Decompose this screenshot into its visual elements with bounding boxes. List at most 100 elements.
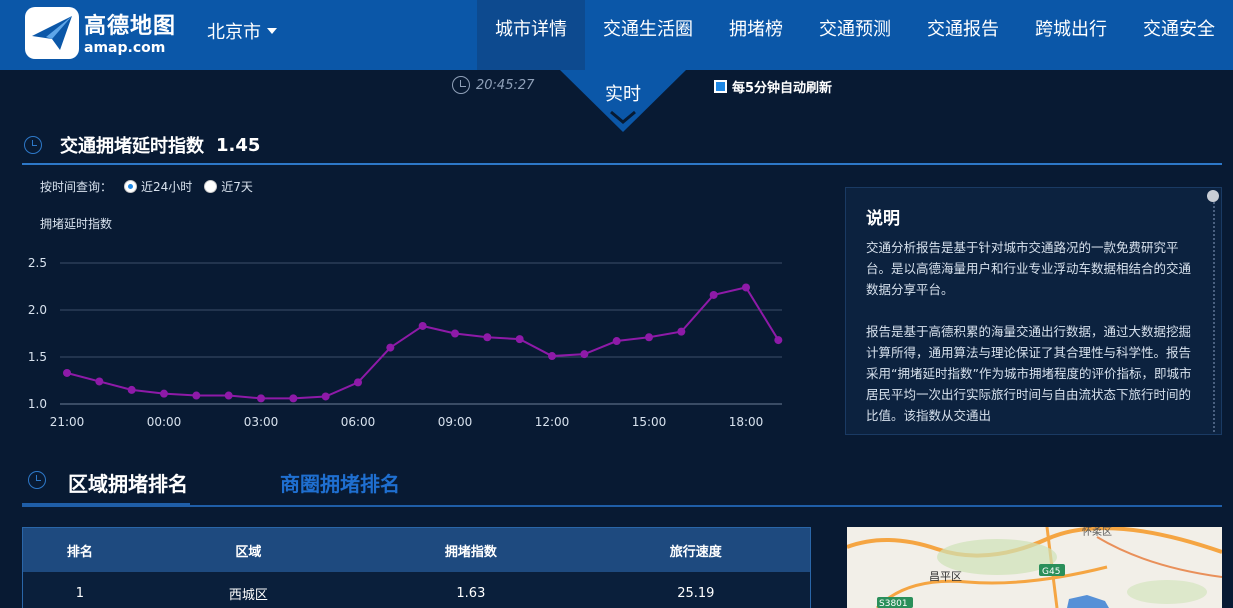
explanation-paragraph: 报告是基于高德积累的海量交通出行数据，通过大数据挖掘计算所得，通用算法与理论保证… <box>866 321 1196 426</box>
active-tab-indicator <box>22 503 190 507</box>
y-tick-label: 1.0 <box>28 397 47 411</box>
col-rank: 排名 <box>23 541 137 560</box>
data-point <box>257 394 265 402</box>
radio-selected-icon[interactable] <box>124 180 137 193</box>
scrollbar-thumb[interactable] <box>1207 190 1219 202</box>
update-time-text: 20:45:27 <box>476 78 534 93</box>
data-point <box>742 283 750 291</box>
y-tick-label: 2.0 <box>28 303 47 317</box>
data-point <box>386 344 394 352</box>
current-index-value: 1.45 <box>216 135 260 156</box>
district-map[interactable]: 怀柔区 昌平区 G45 S3801 <box>847 527 1222 608</box>
data-point <box>774 336 782 344</box>
radio-7d[interactable]: 近7天 <box>204 178 253 195</box>
data-point <box>419 322 427 330</box>
main-nav: 城市详情 交通生活圈 拥堵榜 交通预测 交通报告 跨城出行 交通安全 <box>477 0 1233 70</box>
data-point <box>63 369 71 377</box>
table-row[interactable]: 1 西城区 1.63 25.19 <box>23 572 810 608</box>
scrollbar-track[interactable] <box>1213 202 1215 432</box>
map-canvas: 怀柔区 昌平区 G45 S3801 <box>847 527 1222 608</box>
data-point <box>710 291 718 299</box>
nav-traffic-life-circle[interactable]: 交通生活圈 <box>585 0 711 70</box>
map-label-s3801: S3801 <box>879 599 908 608</box>
x-tick-label: 18:00 <box>729 415 764 429</box>
x-tick-label: 21:00 <box>50 415 85 429</box>
data-point <box>354 378 362 386</box>
radio-24h[interactable]: 近24小时 <box>124 178 192 195</box>
data-point <box>322 392 330 400</box>
section-header: 交通拥堵延时指数 1.45 <box>22 127 1222 165</box>
x-tick-label: 03:00 <box>244 415 279 429</box>
chart-y-axis-label: 拥堵延时指数 <box>40 215 112 232</box>
caret-down-icon <box>267 28 277 34</box>
data-point <box>677 328 685 336</box>
data-point <box>160 390 168 398</box>
x-tick-label: 09:00 <box>438 415 473 429</box>
map-road <box>1097 537 1222 577</box>
ranking-table: 排名 区域 拥堵指数 旅行速度 1 西城区 1.63 25.19 <box>22 527 811 608</box>
col-speed: 旅行速度 <box>582 541 810 560</box>
radio-24h-label: 近24小时 <box>141 178 192 195</box>
explanation-panel: 说明 交通分析报告是基于针对城市交通路况的一款免费研究平台。是以高德海量用户和行… <box>845 187 1222 435</box>
nav-city-detail[interactable]: 城市详情 <box>477 0 585 70</box>
clock-icon <box>452 76 470 94</box>
logo-chinese: 高德地图 <box>84 8 176 40</box>
cell-index: 1.63 <box>360 586 581 601</box>
top-navbar: 高德地图 amap.com 北京市 城市详情 交通生活圈 拥堵榜 交通预测 交通… <box>0 0 1233 70</box>
table-header: 排名 区域 拥堵指数 旅行速度 <box>23 528 810 572</box>
x-tick-label: 00:00 <box>147 415 182 429</box>
data-point <box>645 333 653 341</box>
logo-domain: amap.com <box>84 40 176 56</box>
amap-logo-icon[interactable] <box>24 6 80 60</box>
x-tick-label: 12:00 <box>535 415 570 429</box>
data-point <box>225 392 233 400</box>
x-tick-label: 15:00 <box>632 415 667 429</box>
data-point <box>580 350 588 358</box>
auto-refresh-toggle[interactable]: 每5分钟自动刷新 <box>714 77 832 96</box>
query-label: 按时间查询： <box>40 178 112 195</box>
nav-traffic-safety[interactable]: 交通安全 <box>1125 0 1233 70</box>
nav-traffic-report[interactable]: 交通报告 <box>909 0 1017 70</box>
radio-7d-label: 近7天 <box>221 178 253 195</box>
logo-text[interactable]: 高德地图 amap.com <box>84 8 176 56</box>
section-title: 交通拥堵延时指数 <box>60 132 204 158</box>
update-time: 20:45:27 <box>452 76 534 94</box>
nav-congestion-ranking[interactable]: 拥堵榜 <box>711 0 801 70</box>
data-point <box>516 335 524 343</box>
radio-unselected-icon[interactable] <box>204 180 217 193</box>
realtime-label: 实时 <box>560 80 686 106</box>
explanation-title: 说明 <box>866 204 900 229</box>
data-point <box>483 333 491 341</box>
auto-refresh-label: 每5分钟自动刷新 <box>732 77 832 96</box>
y-tick-label: 2.5 <box>28 256 47 270</box>
city-selector[interactable]: 北京市 <box>207 18 277 44</box>
data-point <box>548 352 556 360</box>
col-index: 拥堵指数 <box>360 541 581 560</box>
x-tick-label: 06:00 <box>341 415 376 429</box>
nav-traffic-forecast[interactable]: 交通预测 <box>801 0 909 70</box>
nav-intercity-travel[interactable]: 跨城出行 <box>1017 0 1125 70</box>
cell-district: 西城区 <box>137 584 360 603</box>
tab-business-area-ranking[interactable]: 商圈拥堵排名 <box>280 468 400 497</box>
data-point <box>289 394 297 402</box>
explanation-paragraph: 交通分析报告是基于针对城市交通路况的一款免费研究平台。是以高德海量用户和行业专业… <box>866 237 1196 300</box>
map-label-huairou: 怀柔区 <box>1082 527 1112 538</box>
y-tick-label: 1.5 <box>28 350 47 364</box>
data-point <box>95 377 103 385</box>
series-line <box>67 287 778 398</box>
map-greenland <box>1127 580 1207 604</box>
data-point <box>128 386 136 394</box>
checkbox-checked-icon[interactable] <box>714 80 727 93</box>
cell-rank: 1 <box>23 586 137 601</box>
map-label-changping: 昌平区 <box>929 570 962 583</box>
time-query: 按时间查询： 近24小时 近7天 <box>40 178 253 195</box>
map-label-g45: G45 <box>1042 567 1060 577</box>
ranking-tabs: 区域拥堵排名 商圈拥堵排名 <box>22 460 1222 507</box>
data-point <box>192 392 200 400</box>
clock-icon <box>28 471 46 489</box>
map-highlight-region <box>1067 595 1109 608</box>
explanation-body: 交通分析报告是基于针对城市交通路况的一款免费研究平台。是以高德海量用户和行业专业… <box>866 237 1196 435</box>
city-name: 北京市 <box>207 18 261 44</box>
congestion-line-chart: 1.0 1.5 2.0 2.5 21:00 00:00 03:00 06:00 09:00 12:… <box>0 240 800 440</box>
tab-district-ranking[interactable]: 区域拥堵排名 <box>68 468 188 497</box>
